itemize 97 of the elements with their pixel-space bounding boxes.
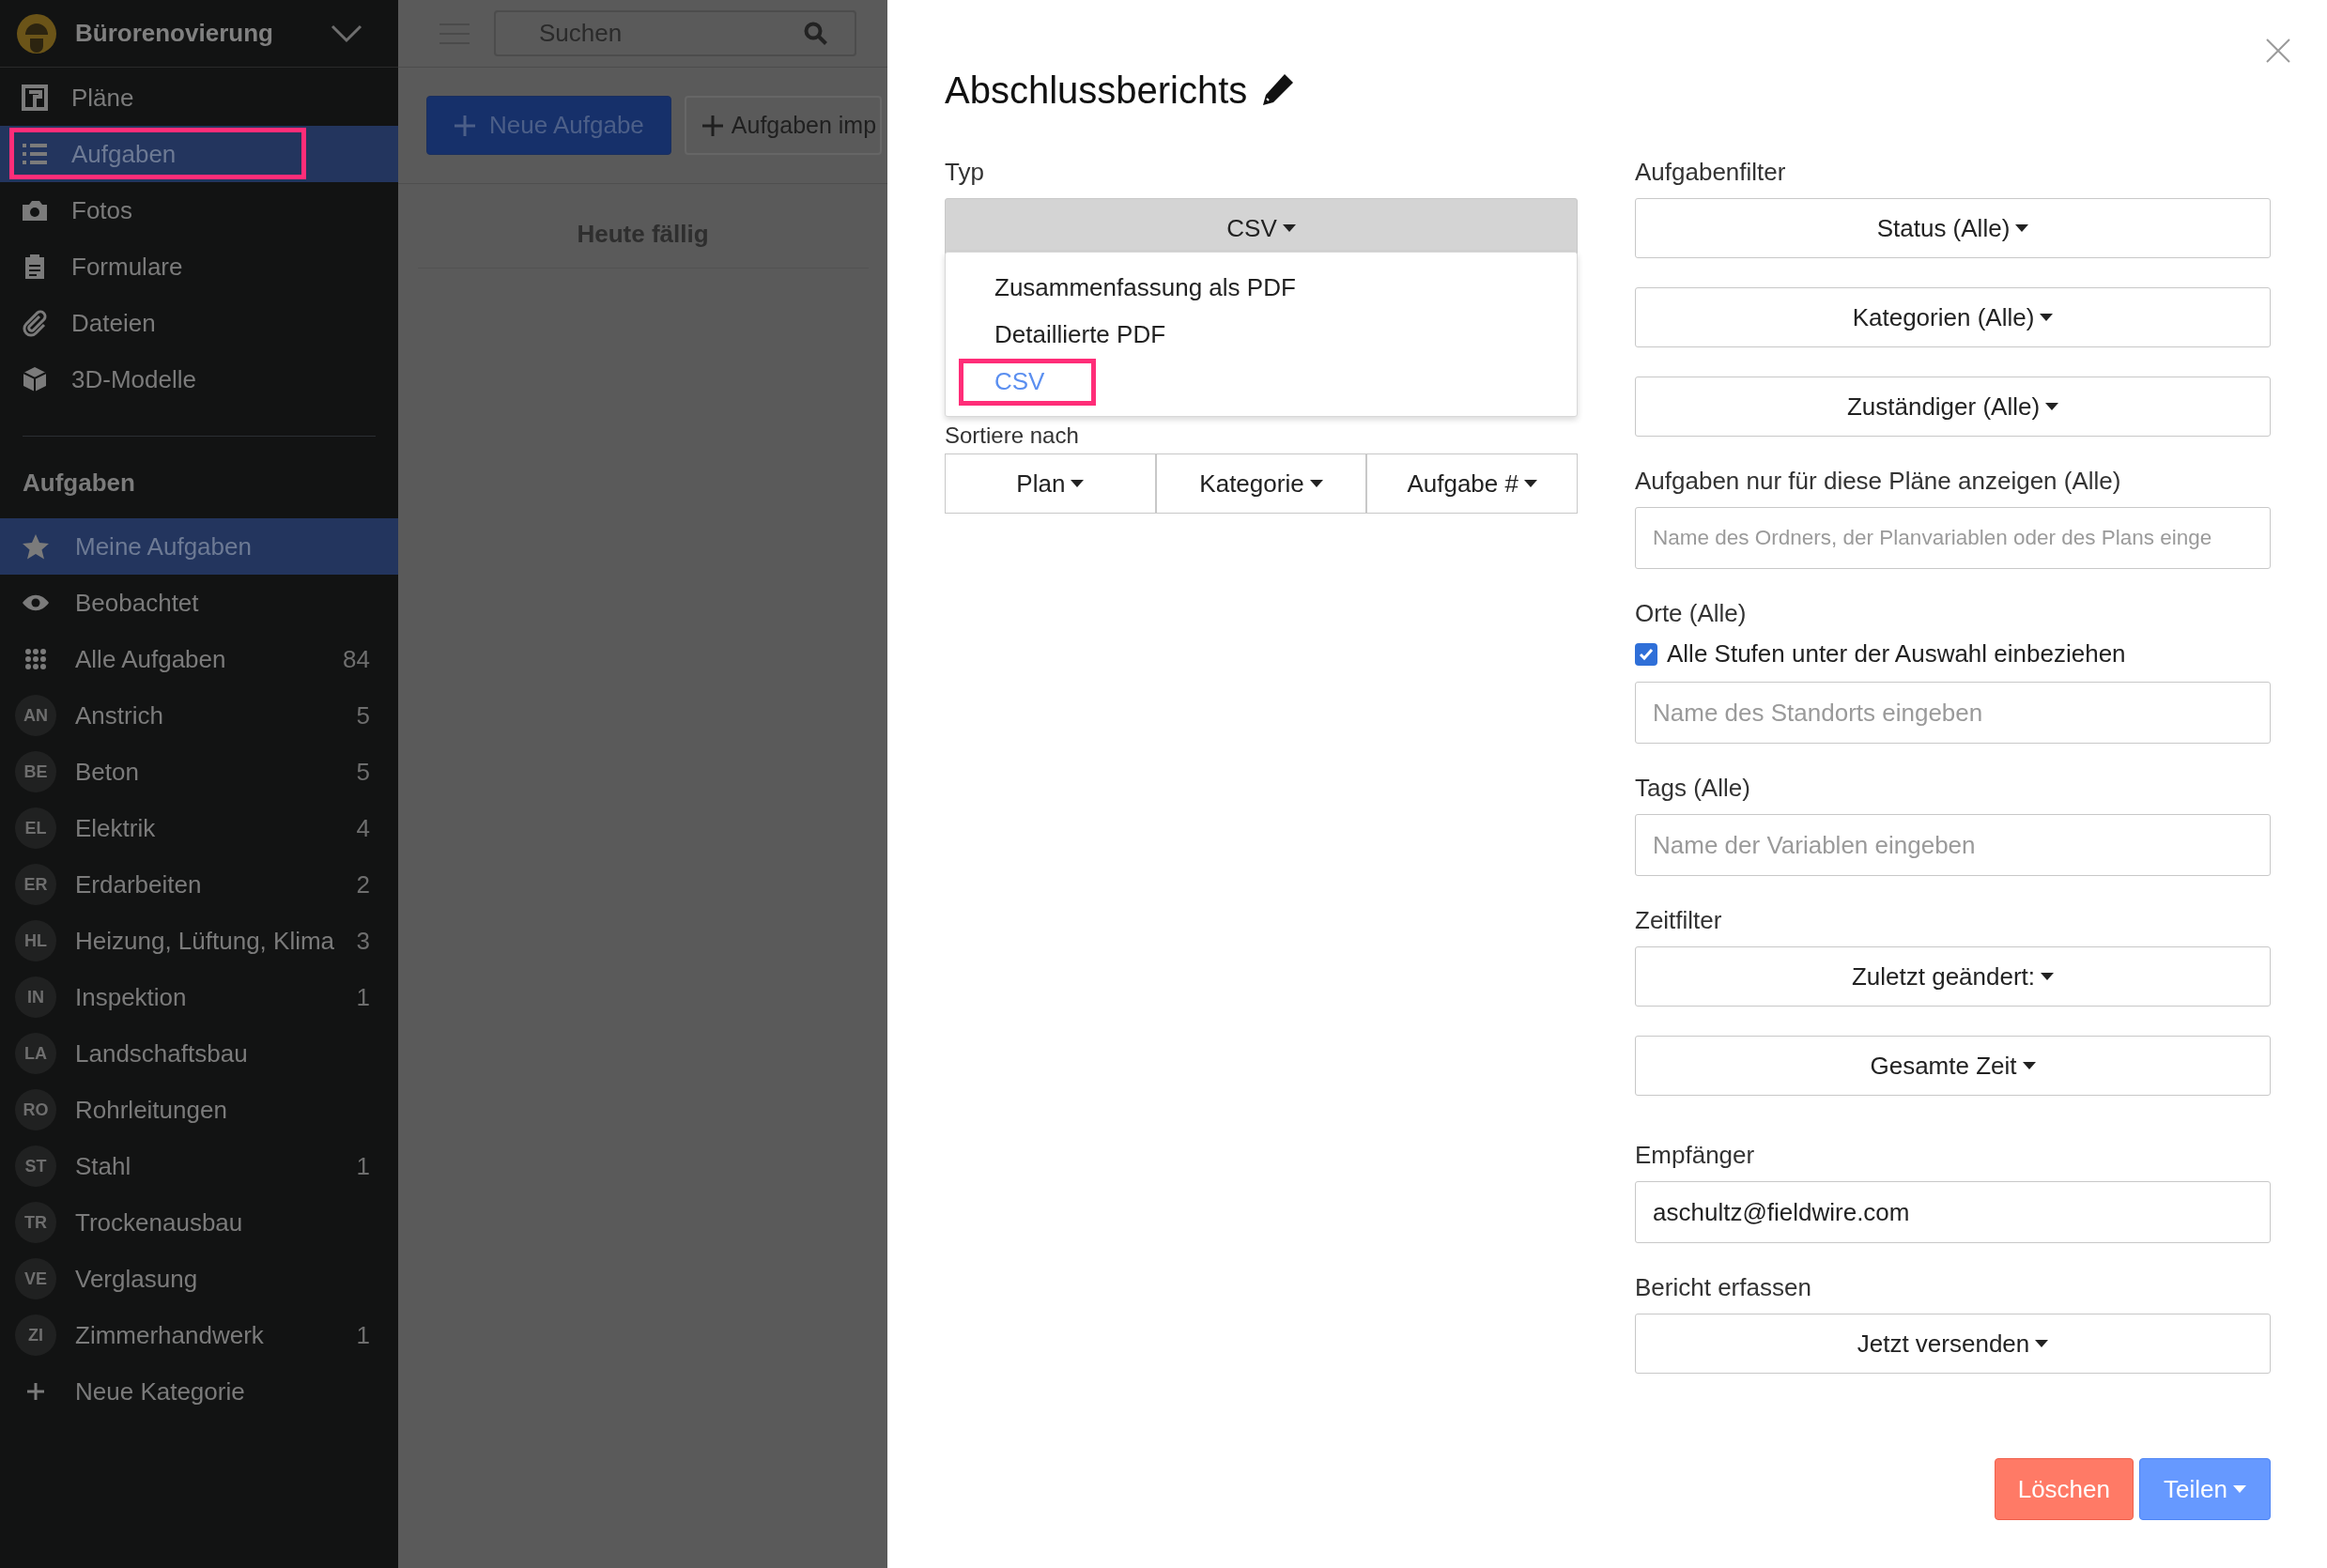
caret-icon	[2232, 1484, 2246, 1494]
sidebar-item[interactable]: 3D-Modelle	[0, 351, 398, 407]
checkmark-icon	[1639, 647, 1654, 661]
item-count: 84	[343, 643, 370, 675]
sidebar-item[interactable]: Aufgaben	[0, 126, 398, 182]
field-label: Typ	[945, 157, 985, 188]
category-badge: LA	[15, 1033, 56, 1074]
paperclip-icon	[21, 309, 49, 337]
chevron-down-icon[interactable]	[331, 23, 362, 43]
field-label: Tags (Alle)	[1635, 773, 1751, 804]
caret-icon	[2041, 972, 2055, 981]
category-badge: IN	[15, 976, 56, 1018]
sidebar-item[interactable]: Beobachtet	[0, 575, 398, 631]
field-label: Aufgabenfilter	[1635, 157, 1787, 188]
sidebar-item[interactable]: TR Trockenausbau	[0, 1194, 398, 1251]
sidebar-item[interactable]: Alle Aufgaben 84	[0, 631, 398, 687]
sidebar-item[interactable]: ST Stahl 1	[0, 1138, 398, 1194]
close-icon[interactable]	[2265, 38, 2291, 64]
item-count: 3	[356, 925, 370, 957]
input-field[interactable]: Name des Ordners, der Planvariablen oder des Plans einge	[1635, 507, 2271, 569]
category-badge: TR	[15, 1202, 56, 1243]
import-tasks-button[interactable]: Aufgaben imp	[684, 96, 883, 155]
category-badge: ER	[15, 864, 56, 905]
category-badge: EL	[15, 807, 56, 849]
sidebar-item[interactable]: BE Beton 5	[0, 744, 398, 800]
sidebar-item[interactable]: VE Verglasung	[0, 1251, 398, 1307]
category-badge: BE	[15, 751, 56, 792]
plus-icon	[701, 114, 724, 137]
dropdown-button[interactable]: Kategorien (Alle)	[1635, 287, 2271, 347]
item-count: 2	[356, 869, 370, 900]
caret-icon	[1523, 479, 1537, 488]
sidebar-item[interactable]: ZI Zimmerhandwerk 1	[0, 1307, 398, 1363]
item-count: 1	[356, 981, 370, 1013]
delete-button[interactable]: Löschen	[1994, 1458, 2134, 1520]
field-label: Aufgaben nur für diese Pläne anzeigen (Alle)	[1635, 466, 2122, 497]
category-badge: HL	[15, 920, 56, 961]
search-icon	[804, 21, 828, 46]
caret-icon	[2015, 223, 2029, 233]
field-label: Bericht erfassen	[1635, 1272, 1812, 1303]
sort-button[interactable]: Kategorie	[1155, 453, 1367, 514]
caret-icon	[1282, 223, 1296, 233]
sort-button[interactable]: Aufgabe #	[1366, 453, 1578, 514]
section-title: Aufgaben	[22, 468, 136, 499]
category-badge: ST	[15, 1145, 56, 1187]
sidebar-item[interactable]: Formulare	[0, 238, 398, 295]
sidebar-item[interactable]: IN Inspektion 1	[0, 969, 398, 1025]
checkbox-label[interactable]: Alle Stufen unter der Auswahl einbeziehen	[1667, 636, 2126, 672]
caret-icon	[2022, 1061, 2036, 1070]
menu-option[interactable]: Zusammenfassung als PDF	[946, 264, 1577, 311]
hardhat-worker-icon	[17, 13, 56, 54]
category-badge: RO	[15, 1089, 56, 1130]
floor-plan-icon	[21, 84, 49, 112]
sidebar-item[interactable]: HL Heizung, Lüftung, Klima 3	[0, 913, 398, 969]
menu-option[interactable]: CSV	[946, 358, 1577, 405]
plus-icon	[454, 114, 476, 137]
sidebar-item[interactable]: Neue Kategorie	[0, 1363, 398, 1420]
input-field[interactable]: Name der Variablen eingeben	[1635, 814, 2271, 876]
category-badge: AN	[15, 695, 56, 736]
field-label: Zeitfilter	[1635, 905, 1723, 936]
sidebar-item[interactable]: LA Landschaftsbau	[0, 1025, 398, 1082]
dropdown-button[interactable]: Status (Alle)	[1635, 198, 2271, 258]
item-count: 1	[356, 1319, 370, 1351]
item-count: 4	[356, 812, 370, 844]
dropdown-button[interactable]: Gesamte Zeit	[1635, 1036, 2271, 1096]
caret-icon	[2035, 1339, 2049, 1348]
sidebar-item[interactable]: EL Elektrik 4	[0, 800, 398, 856]
field-label: Empfänger	[1635, 1140, 1756, 1171]
item-count: 5	[356, 756, 370, 788]
caret-icon	[2040, 313, 2054, 322]
email-field[interactable]: aschultz@fieldwire.com	[1635, 1181, 2271, 1243]
checkbox[interactable]	[1635, 642, 1657, 666]
cube-icon	[21, 365, 49, 393]
sidebar-item[interactable]: Fotos	[0, 182, 398, 238]
caret-icon	[2045, 402, 2059, 411]
share-button[interactable]: Teilen	[2139, 1458, 2271, 1520]
caret-icon	[1309, 479, 1323, 488]
sidebar-item[interactable]: Pläne	[0, 69, 398, 126]
dropdown-button[interactable]: Jetzt versenden	[1635, 1314, 2271, 1374]
sidebar-item[interactable]: Meine Aufgaben	[0, 518, 398, 575]
caret-icon	[1071, 479, 1085, 488]
sidebar-item[interactable]: RO Rohrleitungen	[0, 1082, 398, 1138]
dropdown-button[interactable]: Zuletzt geändert:	[1635, 946, 2271, 1007]
sort-button[interactable]: Plan	[945, 453, 1156, 514]
category-badge: VE	[15, 1258, 56, 1299]
menu-option[interactable]: Detaillierte PDF	[946, 311, 1577, 358]
sidebar-item[interactable]: ER Erdarbeiten 2	[0, 856, 398, 913]
category-badge: ZI	[15, 1314, 56, 1356]
item-count: 5	[356, 699, 370, 731]
item-count: 1	[356, 1150, 370, 1182]
dropdown-button[interactable]: Zuständiger (Alle)	[1635, 377, 2271, 437]
sidebar-item[interactable]: Dateien	[0, 295, 398, 351]
input-field[interactable]: Name des Standorts eingeben	[1635, 682, 2271, 744]
modal-title: Abschlussberichts	[945, 69, 1248, 113]
sidebar-item[interactable]: AN Anstrich 5	[0, 687, 398, 744]
field-label: Orte (Alle)	[1635, 598, 1748, 629]
project-name[interactable]: Bürorenovierung	[75, 15, 331, 52]
field-label: Sortiere nach	[945, 423, 1080, 448]
